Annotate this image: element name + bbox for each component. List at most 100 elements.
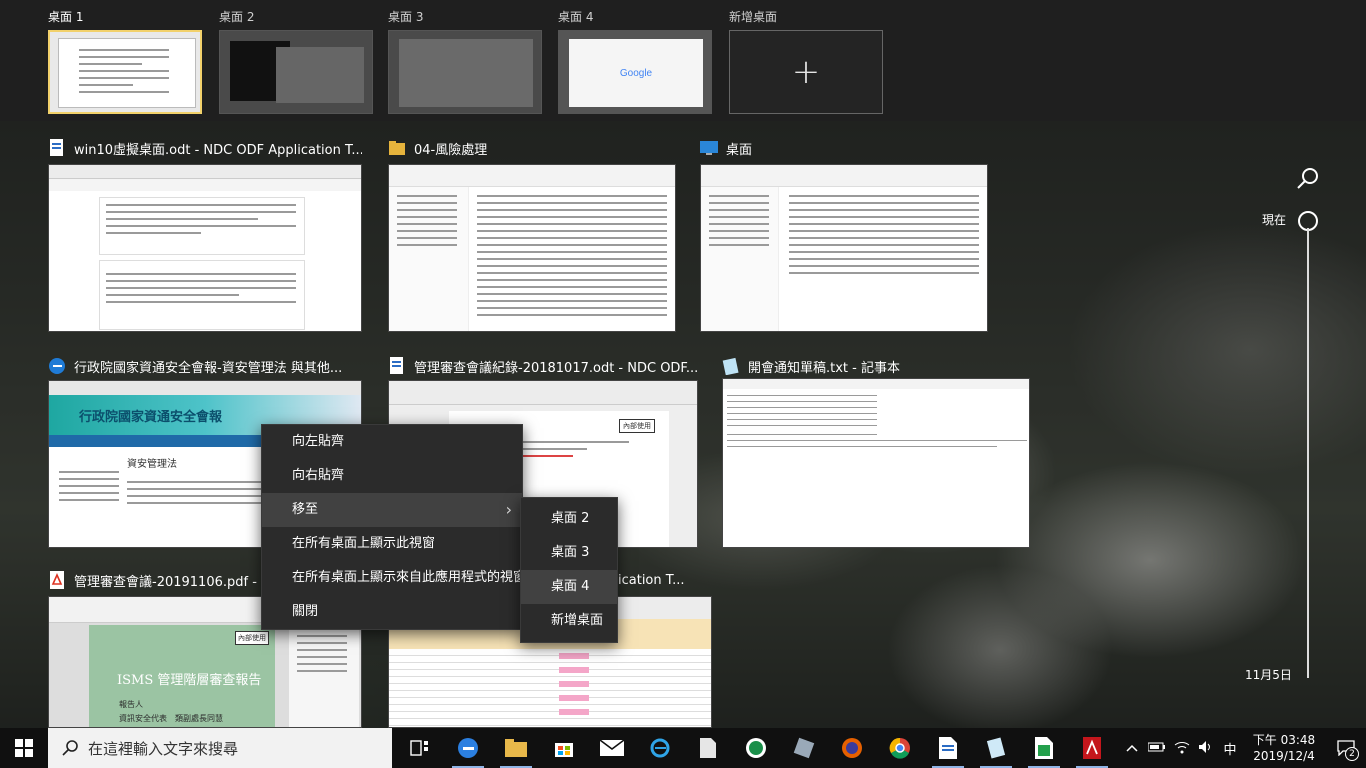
menu-snap-right[interactable]: 向右貼齊 — [262, 459, 522, 493]
desktop-label: 桌面 2 — [219, 10, 255, 24]
window-title: 管理審查會議-20191106.pdf - Ado — [74, 574, 286, 590]
desktop-3[interactable]: 桌面 3 — [388, 8, 542, 114]
firefox-icon — [842, 738, 862, 758]
notepad-button[interactable] — [972, 728, 1020, 768]
submenu-desktop-2[interactable]: 桌面 2 — [521, 502, 617, 536]
tools-icon — [793, 737, 815, 759]
edge-icon — [48, 357, 66, 375]
menu-snap-left[interactable]: 向左貼齊 — [262, 425, 522, 459]
folder-icon — [388, 139, 406, 157]
virtual-desktops-bar: 桌面 1 桌面 2 桌面 3 桌面 4 Google 新增桌面 + — [0, 0, 1366, 121]
window-card[interactable]: 桌面 — [700, 134, 988, 332]
desktop-4[interactable]: 桌面 4 Google — [558, 8, 712, 114]
site-section: 資安管理法 — [127, 459, 177, 470]
document-icon — [700, 738, 716, 758]
desktop-label: 桌面 3 — [388, 10, 424, 24]
window-card[interactable]: 開會通知單稿.txt - 記事本 — [722, 352, 1030, 548]
window-thumbnail[interactable] — [388, 164, 676, 332]
window-thumbnail[interactable] — [700, 164, 988, 332]
site-title: 行政院國家資通安全會報 — [79, 409, 223, 425]
timeline-track[interactable] — [1307, 228, 1309, 678]
timeline-date-label[interactable]: 11月5日 — [1245, 666, 1292, 683]
doc-stamp: 內部使用 — [619, 419, 655, 433]
show-hidden-icons[interactable] — [1120, 741, 1144, 755]
window-title: ication T... — [618, 572, 685, 588]
new-desktop[interactable]: 新增桌面 + — [729, 8, 883, 114]
pdf-presenter: 報告人 — [119, 700, 143, 709]
calc-button[interactable] — [1020, 728, 1068, 768]
google-logo: Google — [619, 67, 653, 79]
chrome-icon — [889, 737, 910, 759]
clock-date: 2019/12/4 — [1253, 749, 1315, 763]
desktop-2[interactable]: 桌面 2 — [219, 8, 373, 114]
desktop-label: 新增桌面 — [729, 10, 778, 24]
edge-icon — [458, 738, 478, 758]
taskbar: 在這裡輸入文字來搜尋 中 下午 03:48 2019/12/4 2 — [0, 728, 1366, 768]
ime-indicator[interactable]: 中 — [1218, 739, 1242, 758]
chevron-right-icon: › — [505, 500, 512, 519]
document-button[interactable] — [684, 728, 732, 768]
search-icon — [62, 740, 78, 756]
desktop-1[interactable]: 桌面 1 — [48, 8, 202, 114]
edge-taskbar-button[interactable] — [444, 728, 492, 768]
file-explorer-icon — [505, 739, 527, 757]
pdf-presenter-line: 資訊安全代表 類副處長同慧 — [119, 714, 223, 723]
chrome-button[interactable] — [876, 728, 924, 768]
wifi-icon[interactable] — [1170, 740, 1194, 757]
search-placeholder: 在這裡輸入文字來搜尋 — [88, 739, 239, 758]
start-button[interactable] — [0, 728, 48, 768]
pdf-button[interactable] — [1068, 728, 1116, 768]
store-button[interactable] — [540, 728, 588, 768]
desktop-label: 桌面 1 — [48, 10, 84, 24]
desktop-label: 桌面 4 — [558, 10, 594, 24]
window-context-menu: 向左貼齊 向右貼齊 移至 › 在所有桌面上顯示此視窗 在所有桌面上顯示來自此應用… — [261, 424, 526, 630]
window-card[interactable]: 04-風險處理 — [388, 134, 676, 332]
window-thumbnail[interactable] — [48, 164, 362, 332]
add-desktop-button[interactable]: + — [729, 30, 883, 114]
pdf-title: ISMS 管理階層審查報告 — [117, 673, 262, 688]
desktop-thumbnail[interactable] — [388, 30, 542, 114]
menu-show-window-all-desktops[interactable]: 在所有桌面上顯示此視窗 — [262, 527, 522, 561]
pdf-icon — [1083, 737, 1101, 759]
writer-doc-icon — [48, 139, 66, 157]
window-thumbnail[interactable] — [722, 378, 1030, 548]
action-center-button[interactable]: 2 — [1326, 728, 1366, 768]
timeline-search-icon[interactable] — [1296, 166, 1320, 194]
desktop-thumbnail[interactable]: Google — [558, 30, 712, 114]
submenu-desktop-4[interactable]: 桌面 4 — [521, 570, 617, 604]
ie-button[interactable] — [636, 728, 684, 768]
notification-count: 2 — [1345, 747, 1359, 761]
desktop-thumbnail[interactable] — [219, 30, 373, 114]
window-card[interactable]: win10虛擬桌面.odt - NDC ODF Application T... — [48, 134, 362, 332]
menu-move-to[interactable]: 移至 › — [262, 493, 522, 527]
volume-icon[interactable] — [1194, 740, 1218, 757]
submenu-new-desktop[interactable]: 新增桌面 — [521, 604, 617, 638]
store-icon — [555, 743, 573, 757]
move-to-submenu: 桌面 2 桌面 3 桌面 4 新增桌面 — [520, 497, 618, 643]
battery-icon[interactable] — [1144, 741, 1170, 755]
timeline-now-label[interactable]: 現在 — [1262, 211, 1286, 228]
calc-icon — [1035, 737, 1053, 759]
file-explorer-button[interactable] — [492, 728, 540, 768]
taskbar-search-box[interactable]: 在這裡輸入文字來搜尋 — [48, 728, 392, 768]
window-title: win10虛擬桌面.odt - NDC ODF Application T... — [74, 142, 362, 158]
clock[interactable]: 下午 03:48 2019/12/4 — [1248, 732, 1320, 764]
mail-button[interactable] — [588, 728, 636, 768]
writer-button[interactable] — [924, 728, 972, 768]
tools-button[interactable] — [780, 728, 828, 768]
pdf-stamp: 內部使用 — [235, 631, 269, 645]
window-card[interactable]: 管理審查會議紀錄-20181017.odt - NDC ODF... 內部使用 — [388, 352, 698, 548]
desktop-thumbnail[interactable] — [48, 30, 202, 114]
menu-show-app-windows-all-desktops[interactable]: 在所有桌面上顯示來自此應用程式的視窗 — [262, 561, 526, 595]
task-view-icon — [410, 740, 428, 756]
green-app-button[interactable] — [732, 728, 780, 768]
window-card[interactable]: 行政院國家資通安全會報-資安管理法 與其他... 行政院國家資通安全會報 資安管… — [48, 352, 362, 548]
menu-close[interactable]: 關閉 — [262, 595, 522, 629]
submenu-desktop-3[interactable]: 桌面 3 — [521, 536, 617, 570]
window-title: 04-風險處理 — [414, 142, 488, 158]
windows-logo-icon — [15, 739, 33, 757]
window-title: 開會通知單稿.txt - 記事本 — [748, 360, 900, 376]
window-title: 管理審查會議紀錄-20181017.odt - NDC ODF... — [414, 360, 698, 376]
task-view-button[interactable] — [396, 728, 444, 768]
firefox-button[interactable] — [828, 728, 876, 768]
